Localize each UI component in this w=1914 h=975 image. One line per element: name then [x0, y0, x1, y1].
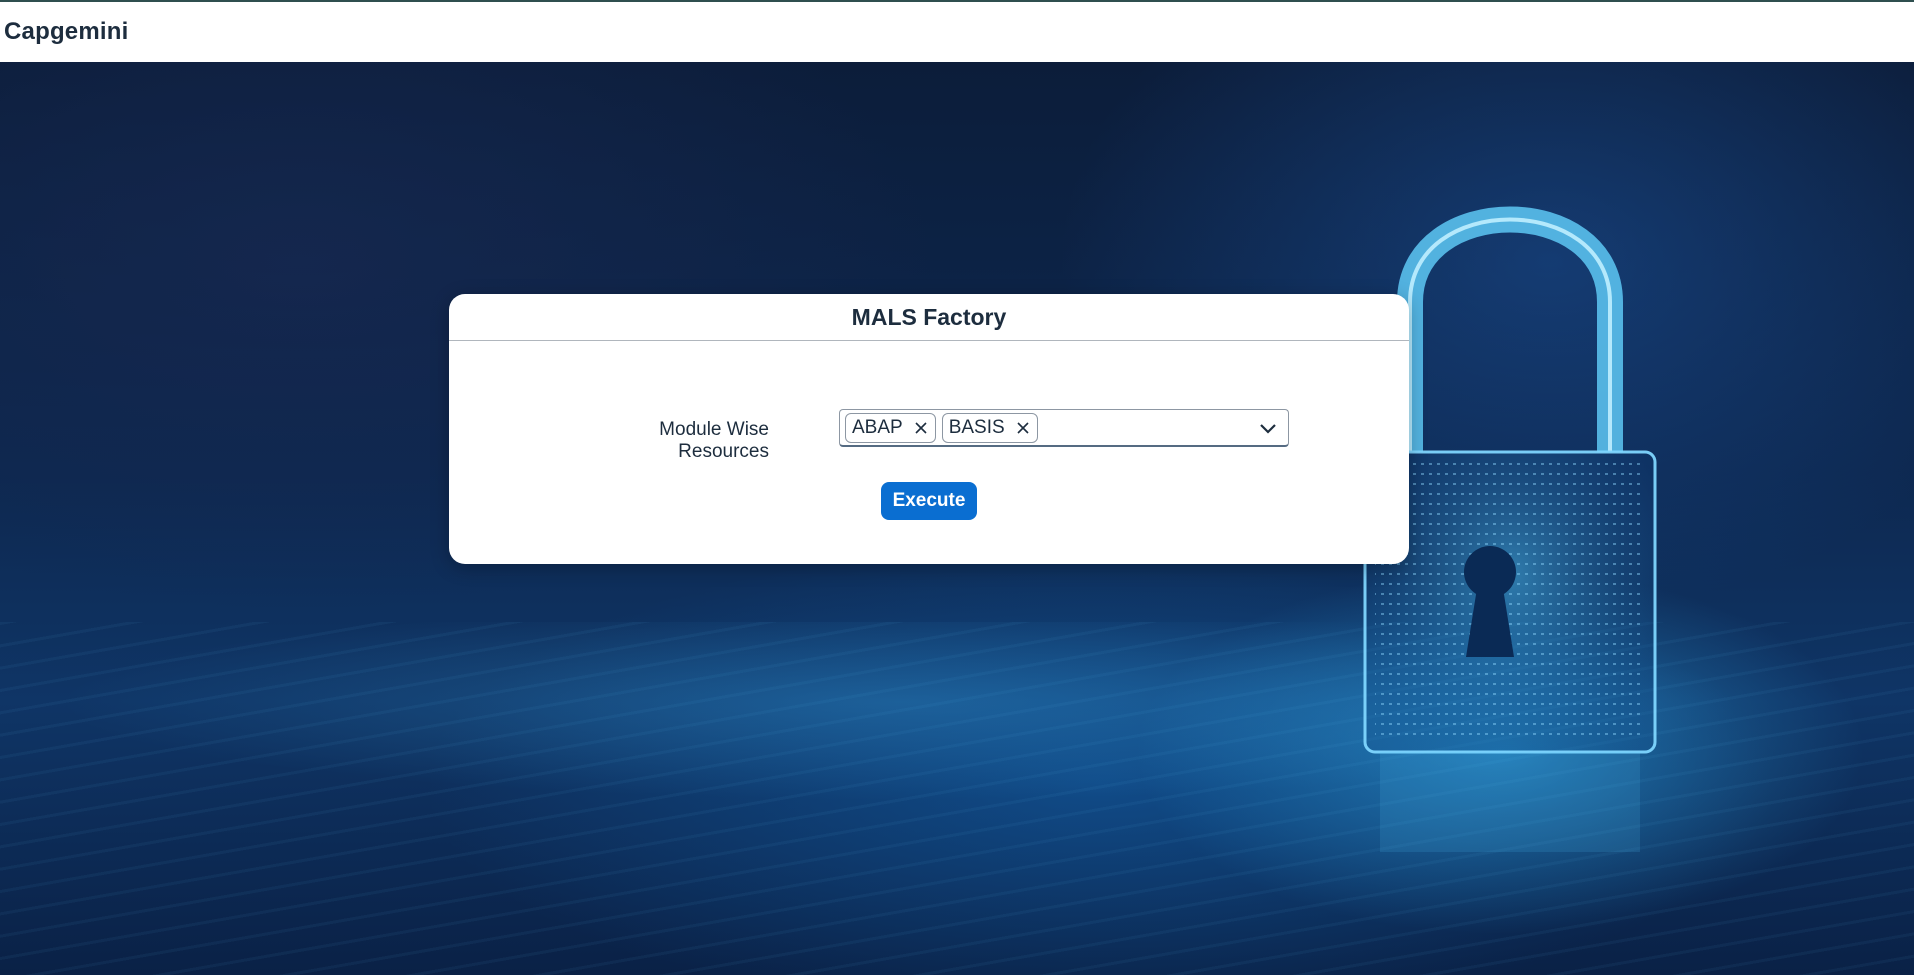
shell-bar: Capgemini [0, 0, 1914, 62]
card-title: MALS Factory [851, 303, 1007, 330]
module-resources-label: Module Wise Resources [659, 419, 769, 462]
close-icon[interactable] [913, 420, 929, 436]
token-basis[interactable]: BASIS [941, 412, 1038, 443]
execute-button[interactable]: Execute [881, 482, 977, 520]
close-icon[interactable] [1015, 420, 1031, 436]
mals-factory-card: MALS Factory Module Wise Resources ABAP … [449, 294, 1409, 564]
token-abap[interactable]: ABAP [845, 412, 936, 443]
token-label: BASIS [948, 416, 1005, 438]
card-header: MALS Factory [449, 294, 1409, 341]
module-multi-combobox[interactable]: ABAP BASIS [839, 409, 1289, 447]
module-resources-row: Module Wise Resources ABAP BASIS [449, 409, 1409, 462]
chevron-down-icon[interactable] [1248, 410, 1288, 446]
token-label: ABAP [852, 416, 903, 438]
brand-title: Capgemini [4, 18, 129, 45]
